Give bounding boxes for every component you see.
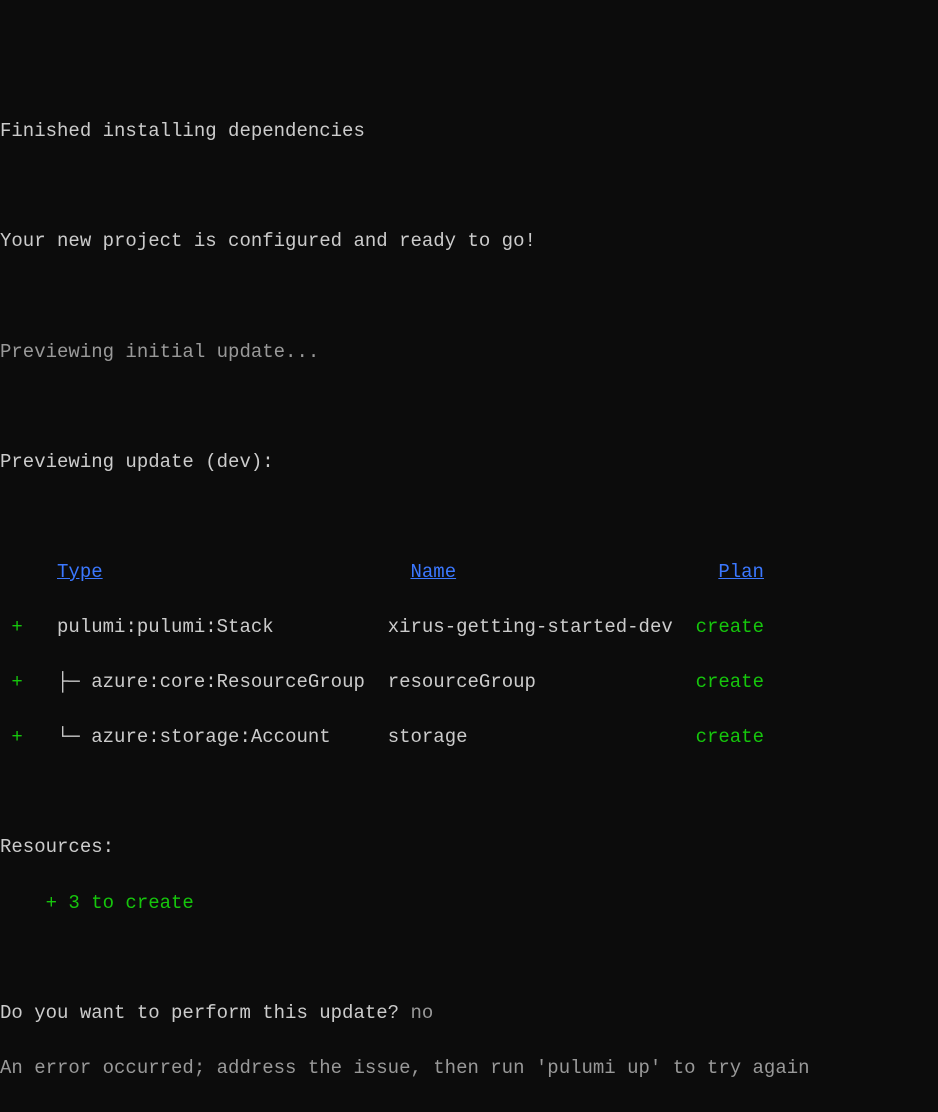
table-row: + └─ azure:storage:Account storage creat… [0,724,938,752]
resources-summary: + 3 to create [0,890,938,918]
prompt-question: Do you want to perform this update? [0,1002,410,1024]
table-row: + pulumi:pulumi:Stack xirus-getting-star… [0,614,938,642]
header-row: Type Name Plan [0,559,938,587]
table-row: + ├─ azure:core:ResourceGroup resourceGr… [0,669,938,697]
blank [0,504,938,532]
header-name: Name [410,561,456,583]
error-row: error: confirmation declined, not procee… [0,1110,938,1112]
blank [0,779,938,807]
line-preview-update: Previewing update (dev): [0,449,938,477]
header-plan: Plan [718,561,764,583]
resources-label: Resources: [0,834,938,862]
error-hint: An error occurred; address the issue, th… [0,1055,938,1083]
line-ready: Your new project is configured and ready… [0,228,938,256]
blank [0,945,938,973]
blank [0,394,938,422]
prompt-answer: no [410,1002,433,1024]
header-type: Type [57,561,103,583]
line-preview-init: Previewing initial update... [0,339,938,367]
line-install: Finished installing dependencies [0,118,938,146]
prompt-row: Do you want to perform this update? no [0,1000,938,1028]
blank [0,283,938,311]
blank [0,173,938,201]
